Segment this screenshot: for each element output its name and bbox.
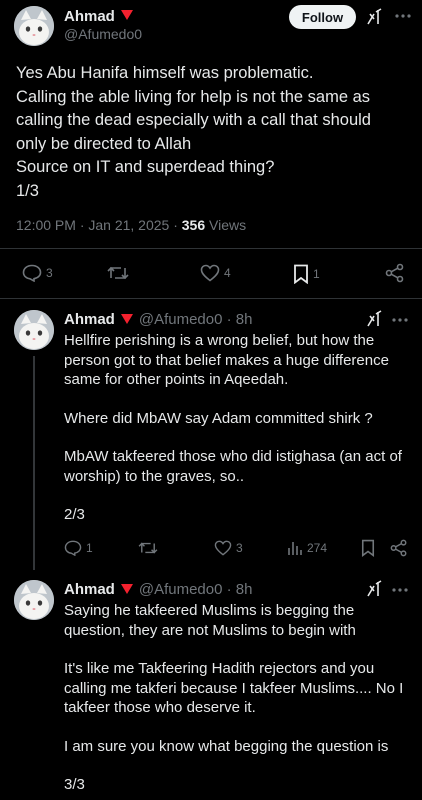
reply-text-line: worship) to the graves, so.. bbox=[64, 467, 245, 485]
bookmark-count: 1 bbox=[313, 267, 320, 281]
heart-icon bbox=[214, 540, 232, 556]
tweet-text-line: 1/3 bbox=[16, 181, 39, 200]
views-count: 356 bbox=[181, 217, 206, 233]
author-handle[interactable]: @Afumedo0 · 8h bbox=[139, 311, 253, 328]
bookmark-action[interactable] bbox=[361, 539, 375, 557]
divider bbox=[0, 248, 422, 249]
share-icon bbox=[390, 539, 408, 557]
reply-tweet: Ahmad @Afumedo0 · 8h Saying he takfeered… bbox=[0, 570, 422, 800]
analytics-bars-icon bbox=[287, 540, 303, 556]
author-name[interactable]: Ahmad bbox=[64, 581, 115, 598]
share-action[interactable] bbox=[390, 539, 408, 557]
avatar[interactable] bbox=[14, 310, 54, 350]
reply-text-line: same for other points in Aqeedah. bbox=[64, 371, 289, 388]
tweet-text-line: calling the dead especially with a call … bbox=[16, 111, 371, 129]
author-name-row: Ahmad @Afumedo0 · 8h bbox=[64, 581, 252, 598]
repost-action[interactable] bbox=[107, 264, 129, 282]
tweet-text-line: Calling the able living for help is not … bbox=[16, 87, 371, 106]
red-triangle-badge-icon bbox=[120, 7, 133, 25]
reply-count: 1 bbox=[86, 541, 93, 555]
like-count: 4 bbox=[224, 266, 231, 280]
main-tweet: Ahmad @Afumedo0 Follow Yes Abu Hanifa hi… bbox=[0, 0, 422, 298]
reply-text-line: Hellfire perishing is a wrong belief, bu… bbox=[64, 332, 375, 349]
reply-text-line: takfeer those who deserve it. bbox=[64, 699, 256, 716]
reply-tweet: Ahmad @Afumedo0 · 8h Hellfire perishing … bbox=[0, 300, 422, 570]
red-triangle-badge-icon bbox=[120, 581, 133, 598]
grok-icon[interactable] bbox=[365, 580, 383, 598]
tweet-meta: 12:00 PM · Jan 21, 2025 · 356 Views bbox=[16, 217, 246, 233]
reply-text-line: I am sure you know what begging the ques… bbox=[64, 737, 389, 755]
more-options-icon[interactable] bbox=[392, 582, 408, 598]
share-icon bbox=[385, 263, 405, 283]
reply-icon bbox=[64, 540, 82, 556]
reply-text-line: It's like me Takfeering Hadith rejectors… bbox=[64, 660, 375, 677]
reply-text-line: calling me takferi because I takfeer Mus… bbox=[64, 679, 404, 697]
author-name[interactable]: Ahmad bbox=[64, 8, 115, 25]
reply-text-line: MbAW takfeered those who did istighasa (… bbox=[64, 448, 402, 465]
reply-text-line: person got to that belief makes a huge d… bbox=[64, 351, 389, 369]
grok-icon[interactable] bbox=[365, 8, 383, 26]
author-name[interactable]: Ahmad bbox=[64, 311, 115, 328]
repost-action[interactable] bbox=[138, 540, 158, 556]
author-name-row: Ahmad bbox=[64, 7, 133, 25]
avatar[interactable] bbox=[14, 6, 54, 46]
reply-text: Saying he takfeered Muslims is begging t… bbox=[64, 601, 409, 795]
author-handle[interactable]: @Afumedo0 bbox=[64, 26, 142, 42]
cat-avatar-image bbox=[14, 6, 54, 46]
reply-text-line: 3/3 bbox=[64, 776, 85, 793]
repost-icon bbox=[138, 540, 158, 556]
reply-icon bbox=[22, 264, 42, 282]
repost-icon bbox=[107, 264, 129, 282]
reply-text-line: 2/3 bbox=[64, 506, 85, 523]
more-options-icon[interactable] bbox=[392, 312, 408, 328]
thread-line bbox=[33, 356, 35, 570]
like-action[interactable]: 4 bbox=[200, 264, 231, 282]
reply-action[interactable]: 1 bbox=[64, 540, 93, 556]
more-options-icon[interactable] bbox=[395, 8, 411, 24]
author-name-row: Ahmad @Afumedo0 · 8h bbox=[64, 311, 252, 328]
tweet-text-line: Source on IT and superdead thing? bbox=[16, 158, 275, 176]
cat-avatar-image bbox=[14, 310, 54, 350]
divider bbox=[0, 298, 422, 299]
share-action[interactable] bbox=[385, 263, 405, 283]
tweet-actions: 3 4 1 bbox=[0, 262, 422, 284]
reply-action[interactable]: 3 bbox=[22, 264, 53, 282]
author-handle[interactable]: @Afumedo0 · 8h bbox=[139, 581, 253, 598]
follow-button[interactable]: Follow bbox=[289, 5, 356, 29]
bookmark-action[interactable]: 1 bbox=[293, 264, 320, 284]
reply-text-line: Saying he takfeered Muslims is begging t… bbox=[64, 602, 355, 619]
views-label: Views bbox=[205, 217, 247, 233]
reply-text-line: Where did MbAW say Adam committed shirk … bbox=[64, 409, 373, 427]
bookmark-icon bbox=[293, 264, 309, 284]
cat-avatar-image bbox=[14, 580, 54, 620]
views-count: 274 bbox=[307, 541, 328, 555]
grok-icon[interactable] bbox=[365, 310, 383, 328]
reply-text-line: question, they are not Muslims to begin … bbox=[64, 621, 356, 639]
reply-count: 3 bbox=[46, 266, 53, 280]
avatar[interactable] bbox=[14, 580, 54, 620]
tweet-text: Yes Abu Hanifa himself was problematic. … bbox=[16, 62, 411, 203]
like-count: 3 bbox=[236, 541, 243, 555]
views-action[interactable]: 274 bbox=[287, 540, 327, 556]
bookmark-icon bbox=[361, 539, 375, 557]
tweet-text-line: only be directed to Allah bbox=[16, 134, 192, 153]
reply-text: Hellfire perishing is a wrong belief, bu… bbox=[64, 331, 409, 525]
heart-icon bbox=[200, 264, 220, 282]
timestamp[interactable]: 12:00 PM · Jan 21, 2025 · bbox=[16, 217, 182, 233]
tweet-text-line: Yes Abu Hanifa himself was problematic. bbox=[16, 64, 314, 82]
like-action[interactable]: 3 bbox=[214, 540, 243, 556]
red-triangle-badge-icon bbox=[120, 311, 133, 328]
